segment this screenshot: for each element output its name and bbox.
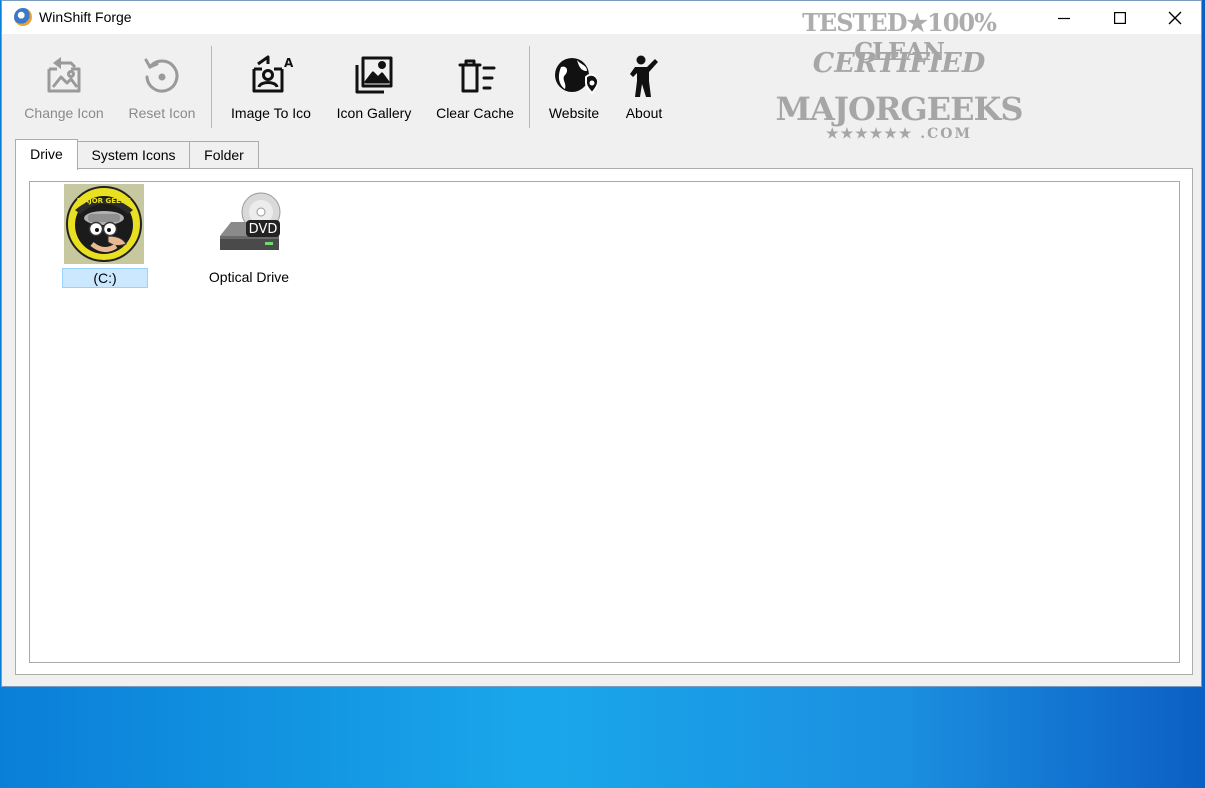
maximize-button[interactable]: [1092, 1, 1147, 34]
tab-system-icons[interactable]: System Icons: [77, 141, 190, 169]
clear-cache-label: Clear Cache: [436, 105, 514, 121]
change-icon-button[interactable]: Change Icon: [16, 47, 112, 129]
tab-folder-label: Folder: [204, 147, 244, 163]
minimize-button[interactable]: [1036, 1, 1091, 34]
icon-gallery-label: Icon Gallery: [336, 105, 412, 121]
dvd-badge-text: DVD: [249, 222, 278, 237]
window-title: WinShift Forge: [39, 9, 132, 25]
clear-cache-icon: [458, 59, 496, 93]
reset-icon-button[interactable]: Reset Icon: [118, 47, 206, 129]
icon-gallery-icon: [355, 56, 393, 94]
majorgeeks-drive-icon: MAJOR GEEKS: [64, 184, 144, 264]
watermark-line-2: CERTIFIED: [812, 48, 986, 79]
tab-drive[interactable]: Drive: [15, 139, 78, 170]
app-icon: [14, 8, 32, 26]
reset-icon-icon: [144, 58, 179, 93]
svg-text:MAJOR GEEKS: MAJOR GEEKS: [77, 197, 132, 205]
app-window: WinShift Forge Change Icon Reset Icon A …: [1, 0, 1202, 687]
reset-icon-label: Reset Icon: [128, 105, 196, 121]
majorgeeks-watermark: TESTED★100% CLEAN CERTIFIED MAJORGEEKS ★…: [774, 4, 1024, 147]
website-globe-icon: [555, 58, 597, 95]
image-to-ico-label: Image To Ico: [231, 105, 311, 121]
image-to-ico-button[interactable]: A Image To Ico: [222, 47, 320, 129]
about-person-icon: [630, 55, 658, 97]
about-button[interactable]: About: [614, 47, 674, 129]
toolbar-separator: [211, 46, 212, 128]
tab-system-icons-label: System Icons: [91, 147, 176, 163]
close-icon: [1168, 11, 1181, 24]
change-icon-label: Change Icon: [24, 105, 104, 121]
change-icon-icon: [47, 57, 81, 93]
maximize-icon: [1113, 11, 1126, 24]
clear-cache-button[interactable]: Clear Cache: [428, 47, 522, 129]
tab-drive-label: Drive: [30, 146, 63, 162]
image-to-ico-icon: A: [252, 55, 294, 93]
c-drive-label: (C:): [62, 268, 148, 288]
toolbar-separator: [529, 46, 530, 128]
tab-folder[interactable]: Folder: [189, 141, 259, 169]
optical-drive-label: Optical Drive: [208, 269, 290, 285]
close-button[interactable]: [1147, 1, 1202, 34]
list-item-optical-drive[interactable]: DVD Optical Drive: [204, 184, 294, 286]
website-button[interactable]: Website: [540, 47, 608, 129]
website-label: Website: [548, 105, 600, 121]
watermark-line-3: MAJORGEEKS: [775, 90, 1024, 128]
watermark-line-4: ★★★★★★ .COM: [826, 126, 972, 142]
icon-gallery-button[interactable]: Icon Gallery: [328, 47, 420, 129]
drive-tab-panel: MAJOR GEEKS (C:) DVD Optical Drive: [15, 168, 1193, 675]
drive-list[interactable]: MAJOR GEEKS (C:) DVD Optical Drive: [29, 181, 1180, 663]
dvd-drive-icon: DVD: [209, 184, 289, 264]
toolbar: Change Icon Reset Icon A Image To Ico Ic…: [2, 8, 1201, 142]
list-item-c-drive[interactable]: MAJOR GEEKS (C:): [59, 184, 149, 288]
minimize-icon: [1057, 17, 1070, 19]
about-label: About: [625, 105, 663, 121]
svg-text:A: A: [284, 56, 294, 70]
